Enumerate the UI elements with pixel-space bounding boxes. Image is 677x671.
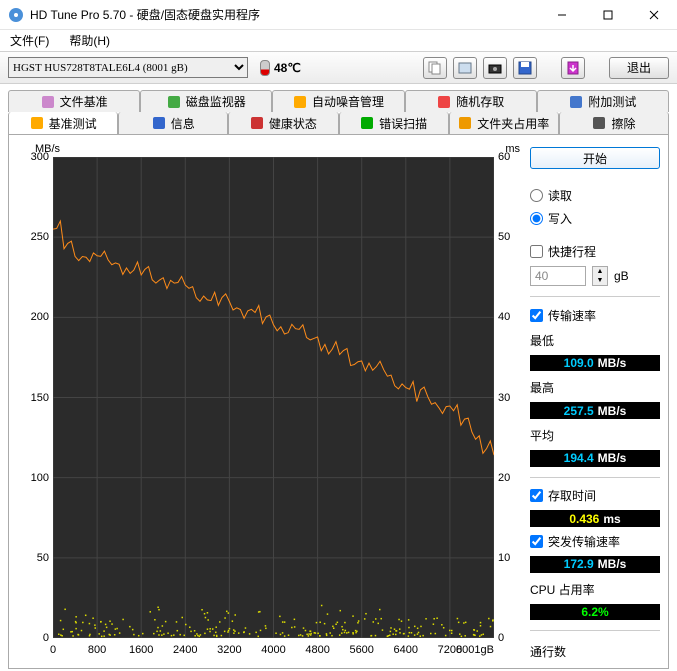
x-tick: 4800 — [305, 644, 329, 656]
tab-icon — [360, 116, 374, 130]
thermometer-icon — [260, 60, 270, 76]
tab-label: 健康状态 — [269, 115, 317, 132]
y2-tick: 30 — [498, 392, 520, 404]
y-tick: 100 — [17, 472, 49, 484]
x-tick: 2400 — [173, 644, 197, 656]
y2-tick: 20 — [498, 472, 520, 484]
temperature-value: 48℃ — [274, 61, 301, 75]
max-label: 最高 — [530, 379, 660, 396]
tab-错误扫描[interactable]: 错误扫描 — [339, 112, 449, 134]
y2-tick: 40 — [498, 311, 520, 323]
tab-磁盘监视器[interactable]: 磁盘监视器 — [140, 90, 272, 112]
exit-button[interactable]: 退出 — [609, 57, 669, 79]
app-icon — [8, 7, 24, 23]
x-tick: 0 — [50, 644, 56, 656]
y2-tick: 0 — [498, 632, 520, 644]
shortstroke-spinner[interactable]: ▲▼ — [592, 266, 608, 286]
tab-擦除[interactable]: 擦除 — [559, 112, 669, 134]
x-tick: 4000 — [261, 644, 285, 656]
tab-icon — [167, 95, 181, 109]
cpu-value: 6.2% — [530, 604, 660, 621]
tab-icon — [569, 95, 583, 109]
benchmark-chart — [53, 157, 494, 638]
tab-label: 擦除 — [611, 115, 635, 132]
y2-tick: 10 — [498, 552, 520, 564]
menu-help[interactable]: 帮助(H) — [65, 30, 114, 51]
start-button[interactable]: 开始 — [530, 147, 660, 169]
burst-rate-check[interactable]: 突发传输速率 — [530, 533, 660, 550]
shortstroke-value[interactable]: 40 — [530, 266, 586, 286]
tab-icon — [250, 116, 264, 130]
menu-file[interactable]: 文件(F) — [6, 30, 53, 51]
y-tick: 300 — [17, 151, 49, 163]
access-time-check[interactable]: 存取时间 — [530, 487, 660, 504]
x-tick: 1600 — [129, 644, 153, 656]
tab-信息[interactable]: 信息 — [118, 112, 228, 134]
tab-附加测试[interactable]: 附加测试 — [537, 90, 669, 112]
x-tick: 3200 — [217, 644, 241, 656]
y2-tick: 50 — [498, 231, 520, 243]
tab-icon — [41, 95, 55, 109]
transfer-rate-check[interactable]: 传输速率 — [530, 307, 660, 324]
min-label: 最低 — [530, 332, 660, 349]
y-tick: 150 — [17, 392, 49, 404]
y-tick: 0 — [17, 632, 49, 644]
options-button[interactable] — [561, 57, 585, 79]
tab-健康状态[interactable]: 健康状态 — [228, 112, 338, 134]
tab-label: 信息 — [171, 115, 195, 132]
tab-自动噪音管理[interactable]: 自动噪音管理 — [272, 90, 404, 112]
tab-文件夹占用率[interactable]: 文件夹占用率 — [449, 112, 559, 134]
y2-tick: 60 — [498, 151, 520, 163]
y-tick: 250 — [17, 231, 49, 243]
tab-icon — [30, 116, 44, 130]
tab-随机存取[interactable]: 随机存取 — [405, 90, 537, 112]
maximize-button[interactable] — [585, 0, 631, 29]
tab-icon — [458, 116, 472, 130]
tab-label: 磁盘监视器 — [186, 93, 246, 110]
tab-基准测试[interactable]: 基准测试 — [8, 112, 118, 134]
max-value: 257.5MB/s — [530, 402, 660, 419]
tab-icon — [592, 116, 606, 130]
tab-icon — [437, 95, 451, 109]
x-tick: 6400 — [394, 644, 418, 656]
x-tick: 8001gB — [456, 644, 494, 656]
avg-label: 平均 — [530, 427, 660, 444]
minimize-button[interactable] — [539, 0, 585, 29]
tab-icon — [293, 95, 307, 109]
tab-label: 错误扫描 — [379, 115, 427, 132]
copy-info-button[interactable] — [423, 57, 447, 79]
min-value: 109.0MB/s — [530, 355, 660, 372]
avg-value: 194.4MB/s — [530, 450, 660, 467]
tab-label: 基准测试 — [49, 115, 97, 132]
copy-screenshot-button[interactable] — [453, 57, 477, 79]
drive-select[interactable]: HGST HUS728T8TALE6L4 (8001 gB) — [8, 57, 248, 78]
tab-label: 自动噪音管理 — [312, 93, 384, 110]
tab-label: 附加测试 — [588, 93, 636, 110]
y-tick: 200 — [17, 311, 49, 323]
access-value: 0.436ms — [530, 510, 660, 527]
screenshot-button[interactable] — [483, 57, 507, 79]
tab-文件基准[interactable]: 文件基准 — [8, 90, 140, 112]
cpu-label: CPU 占用率 — [530, 581, 660, 598]
burst-value: 172.9MB/s — [530, 556, 660, 573]
window-title: HD Tune Pro 5.70 - 硬盘/固态硬盘实用程序 — [30, 6, 539, 23]
y-tick: 50 — [17, 552, 49, 564]
tab-label: 文件基准 — [60, 93, 108, 110]
x-tick: 800 — [88, 644, 106, 656]
passes-label: 通行数 — [530, 643, 660, 660]
write-radio[interactable]: 写入 — [530, 210, 660, 227]
tab-label: 随机存取 — [456, 93, 504, 110]
close-button[interactable] — [631, 0, 677, 29]
save-button[interactable] — [513, 57, 537, 79]
tab-icon — [152, 116, 166, 130]
shortstroke-check[interactable]: 快捷行程 — [530, 243, 660, 260]
read-radio[interactable]: 读取 — [530, 187, 660, 204]
x-tick: 5600 — [349, 644, 373, 656]
tab-label: 文件夹占用率 — [477, 115, 549, 132]
